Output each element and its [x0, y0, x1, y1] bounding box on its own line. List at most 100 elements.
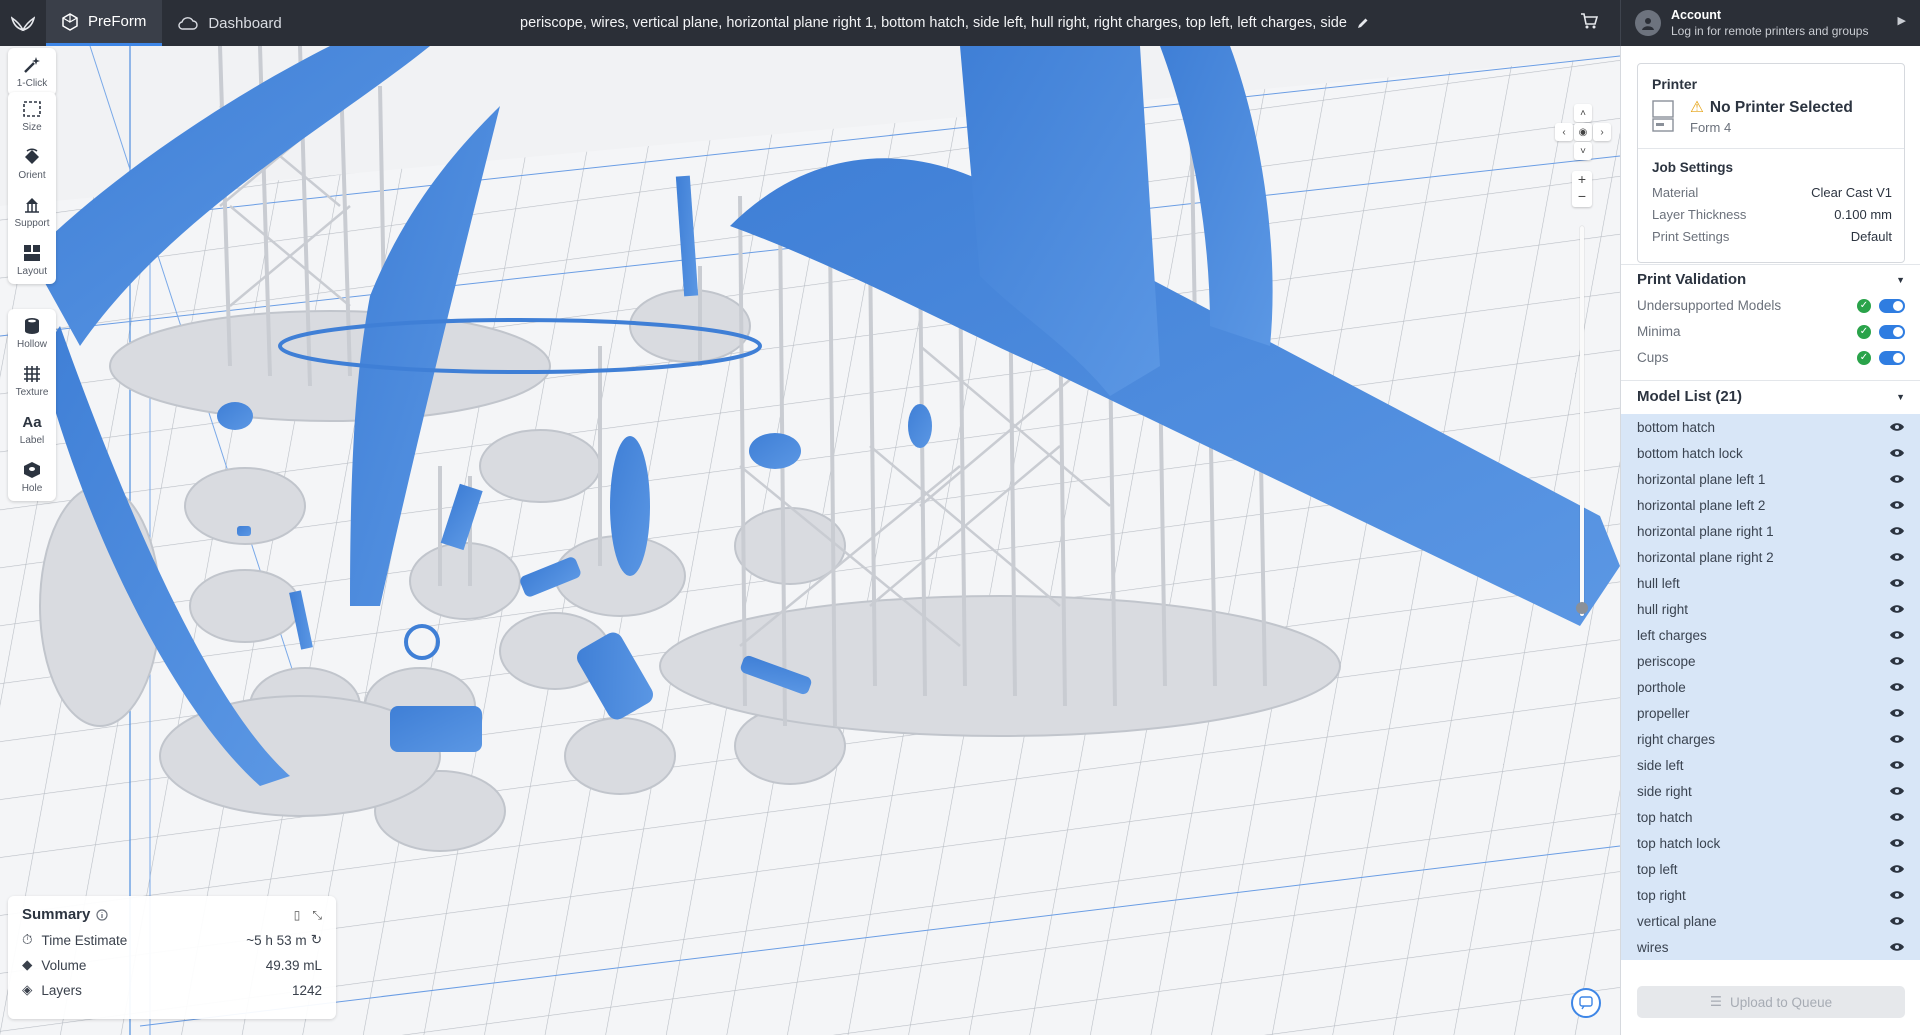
cups-toggle[interactable]	[1879, 350, 1905, 365]
upload-label: Upload to Queue	[1730, 994, 1833, 1010]
eye-icon[interactable]	[1889, 706, 1905, 721]
model-list-item[interactable]: side right	[1621, 778, 1920, 804]
model-list-item[interactable]: periscope	[1621, 648, 1920, 674]
pan-up-button[interactable]: ˄	[1574, 104, 1592, 122]
model-name: hull left	[1637, 575, 1680, 591]
pan-down-button[interactable]: ˅	[1574, 142, 1592, 160]
model-list-item[interactable]: top left	[1621, 856, 1920, 882]
3d-viewport[interactable]: 1-Click Size Orient Support Layout Hollo…	[0, 46, 1620, 1035]
validation-row-cups: Cups ✓	[1637, 350, 1905, 365]
model-list-item[interactable]: horizontal plane left 2	[1621, 492, 1920, 518]
model-name: side left	[1637, 757, 1684, 773]
tool-label[interactable]: Aa Label	[8, 405, 56, 453]
eye-icon[interactable]	[1889, 836, 1905, 851]
summary-row-time: ⏱ Time Estimate ~5 h 53 m ↻	[22, 932, 322, 948]
edit-pencil-icon[interactable]	[1357, 17, 1369, 29]
model-list-item[interactable]: wires	[1621, 934, 1920, 960]
tool-1-click-label: 1-Click	[16, 78, 48, 89]
tool-hollow[interactable]: Hollow	[8, 309, 56, 357]
model-list-item[interactable]: vertical plane	[1621, 908, 1920, 934]
pan-left-button[interactable]: ‹	[1555, 123, 1573, 141]
tab-dashboard[interactable]: Dashboard	[162, 0, 297, 46]
model-list-header[interactable]: Model List (21) ▼	[1637, 388, 1905, 405]
model-list-item[interactable]: side left	[1621, 752, 1920, 778]
eye-icon[interactable]	[1889, 914, 1905, 929]
eye-icon[interactable]	[1889, 602, 1905, 617]
info-icon[interactable]	[96, 908, 108, 921]
model-list-item[interactable]: propeller	[1621, 700, 1920, 726]
eye-icon[interactable]	[1889, 472, 1905, 487]
model-list-item[interactable]: top hatch	[1621, 804, 1920, 830]
eye-icon[interactable]	[1889, 654, 1905, 669]
droplet-icon: ◆	[22, 957, 33, 972]
tool-orient[interactable]: Orient	[8, 140, 56, 188]
build-scene	[0, 46, 1620, 1035]
expand-icon[interactable]: ⤡	[312, 908, 322, 923]
hole-icon	[21, 460, 43, 480]
summary-card: Summary ▯ ⤡ ⏱ Time Estimate ~5 h 53 m ↻ ◆ V…	[8, 896, 336, 1019]
refresh-icon[interactable]: ↻	[311, 932, 322, 948]
eye-icon[interactable]	[1889, 576, 1905, 591]
printer-icon	[1652, 100, 1674, 132]
printer-card[interactable]: Printer ⚠ No Printer Selected Form 4 Job…	[1637, 63, 1905, 263]
pan-right-button[interactable]: ›	[1593, 123, 1611, 141]
check-icon: ✓	[1857, 324, 1871, 339]
collapse-panel-icon[interactable]: ▯	[294, 908, 301, 923]
reset-view-button[interactable]: ◉	[1574, 123, 1592, 141]
eye-icon[interactable]	[1889, 732, 1905, 747]
model-list-item[interactable]: horizontal plane left 1	[1621, 466, 1920, 492]
eye-icon[interactable]	[1889, 758, 1905, 773]
model-name: horizontal plane left 1	[1637, 471, 1766, 487]
eye-icon[interactable]	[1889, 810, 1905, 825]
eye-icon[interactable]	[1889, 446, 1905, 461]
eye-icon[interactable]	[1889, 862, 1905, 877]
check-icon: ✓	[1857, 350, 1871, 365]
document-title[interactable]: periscope, wires, vertical plane, horizo…	[520, 0, 1369, 46]
formlabs-logo-icon[interactable]	[0, 0, 46, 46]
upload-to-queue-button[interactable]: ☰ Upload to Queue	[1637, 986, 1905, 1018]
tool-texture[interactable]: Texture	[8, 357, 56, 405]
model-list-item[interactable]: hull left	[1621, 570, 1920, 596]
model-list-item[interactable]: top right	[1621, 882, 1920, 908]
layers-icon: ◈	[22, 982, 33, 997]
model-list-item[interactable]: top hatch lock	[1621, 830, 1920, 856]
validation-row-minima: Minima ✓	[1637, 324, 1905, 339]
model-list-item[interactable]: hull right	[1621, 596, 1920, 622]
layer-slider-track[interactable]	[1580, 226, 1584, 616]
zoom-out-button[interactable]: −	[1572, 188, 1592, 205]
tool-size[interactable]: Size	[8, 92, 56, 140]
tool-support[interactable]: Support	[8, 188, 56, 236]
eye-icon[interactable]	[1889, 940, 1905, 955]
eye-icon[interactable]	[1889, 628, 1905, 643]
feedback-button[interactable]	[1571, 988, 1601, 1018]
eye-icon[interactable]	[1889, 888, 1905, 903]
undersupported-toggle[interactable]	[1879, 298, 1905, 313]
model-list-item[interactable]: horizontal plane right 2	[1621, 544, 1920, 570]
model-list-item[interactable]: bottom hatch lock	[1621, 440, 1920, 466]
print-validation-header[interactable]: Print Validation ▼	[1637, 271, 1905, 288]
tool-hole[interactable]: Hole	[8, 453, 56, 501]
model-list-item[interactable]: right charges	[1621, 726, 1920, 752]
zoom-in-button[interactable]: +	[1572, 171, 1592, 188]
model-list-item[interactable]: horizontal plane right 1	[1621, 518, 1920, 544]
tool-layout[interactable]: Layout	[8, 236, 56, 284]
chevron-down-icon: ▼	[1896, 274, 1905, 285]
eye-icon[interactable]	[1889, 420, 1905, 435]
tab-preform[interactable]: PreForm	[46, 0, 163, 46]
eye-icon[interactable]	[1889, 498, 1905, 513]
summary-layers-label: Layers	[41, 982, 82, 998]
model-list-item[interactable]: left charges	[1621, 622, 1920, 648]
eye-icon[interactable]	[1889, 784, 1905, 799]
tool-1-click[interactable]: 1-Click	[8, 48, 56, 96]
cart-icon[interactable]	[1580, 12, 1599, 33]
eye-icon[interactable]	[1889, 524, 1905, 539]
account-button[interactable]: Account Log in for remote printers and g…	[1620, 0, 1920, 46]
eye-icon[interactable]	[1889, 680, 1905, 695]
eye-icon[interactable]	[1889, 550, 1905, 565]
layer-slider-handle[interactable]	[1576, 602, 1588, 614]
orient-icon	[21, 147, 43, 167]
model-list-item[interactable]: porthole	[1621, 674, 1920, 700]
model-list-item[interactable]: bottom hatch	[1621, 414, 1920, 440]
summary-time-label: Time Estimate	[41, 932, 128, 948]
minima-toggle[interactable]	[1879, 324, 1905, 339]
